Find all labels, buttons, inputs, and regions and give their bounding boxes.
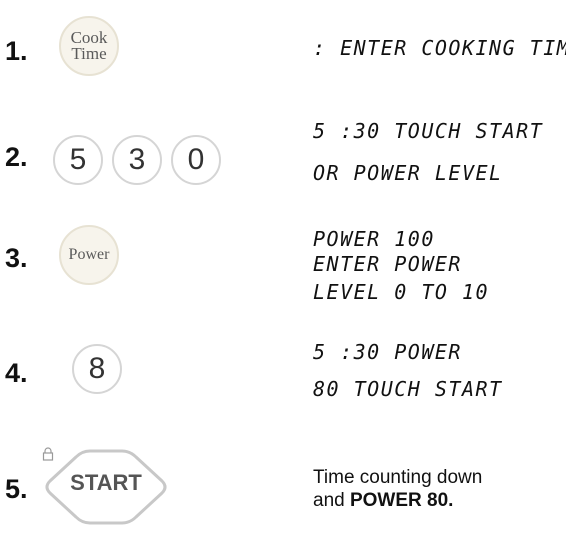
cook-time-button-label: Cook Time — [70, 28, 108, 63]
step-number: 1. — [5, 36, 28, 66]
digit-5-button[interactable]: 5 — [53, 135, 103, 185]
description-and: and — [313, 490, 350, 511]
lock-icon — [42, 447, 54, 461]
step-number: 5. — [5, 474, 28, 504]
power-button-label: Power — [68, 246, 110, 263]
digit-3-button[interactable]: 3 — [112, 135, 162, 185]
display-line: 80 TOUCH START — [313, 377, 503, 401]
step-number: 3. — [5, 243, 28, 273]
display-line: : ENTER COOKING TIME — [313, 36, 566, 60]
display-line: ENTER POWER — [313, 252, 462, 276]
step-description: Time counting down and POWER 80. — [313, 466, 482, 512]
description-line-2: and POWER 80. — [313, 489, 482, 512]
display-line: POWER 100 — [313, 227, 435, 251]
start-button-label: START — [70, 470, 142, 495]
start-button[interactable]: START — [42, 447, 170, 533]
display-line: 5 :30 TOUCH START — [313, 119, 544, 143]
display-line: LEVEL 0 TO 10 — [313, 280, 490, 304]
power-button[interactable]: Power — [59, 225, 119, 285]
step-number: 4. — [5, 358, 28, 388]
digit-8-button[interactable]: 8 — [72, 344, 122, 394]
description-bold: POWER 80. — [349, 490, 454, 511]
step-number: 2. — [5, 142, 28, 172]
description-line: Time counting down — [313, 467, 483, 488]
display-line: 5 :30 POWER — [313, 340, 462, 364]
digit-0-button[interactable]: 0 — [171, 135, 221, 185]
display-line: OR POWER LEVEL — [313, 161, 503, 185]
cook-time-button[interactable]: Cook Time — [59, 16, 119, 76]
